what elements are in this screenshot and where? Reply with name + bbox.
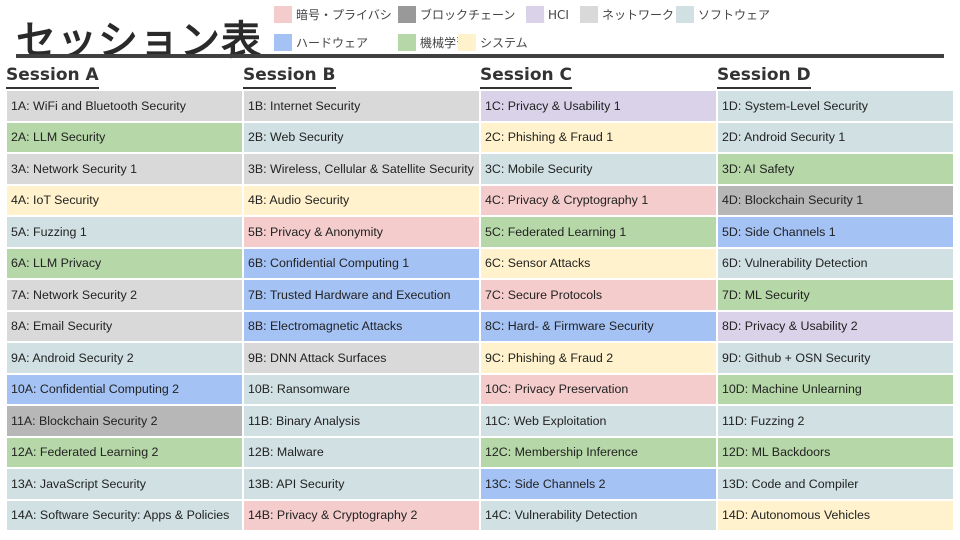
session-cell: 6D: Vulnerability Detection	[717, 247, 954, 279]
session-cell: 10A: Confidential Computing 2	[6, 373, 243, 405]
legend-swatch	[458, 34, 476, 51]
title-divider	[16, 54, 944, 58]
session-cell: 11A: Blockchain Security 2	[6, 405, 243, 437]
session-cell: 11D: Fuzzing 2	[717, 405, 954, 437]
legend-label: HCI	[548, 7, 569, 22]
session-cell: 8D: Privacy & Usability 2	[717, 310, 954, 342]
session-cell: 7D: ML Security	[717, 279, 954, 311]
legend-item: ブロックチェーン	[398, 6, 515, 23]
legend-item: HCI	[526, 6, 569, 23]
session-cell: 7A: Network Security 2	[6, 279, 243, 311]
session-cell: 5D: Side Channels 1	[717, 216, 954, 248]
legend-swatch	[580, 6, 598, 23]
session-cell: 9B: DNN Attack Surfaces	[243, 342, 480, 374]
legend-label: ネットワーク	[602, 8, 675, 22]
session-cell: 9C: Phishing & Fraud 2	[480, 342, 717, 374]
session-cell: 2D: Android Security 1	[717, 121, 954, 153]
session-cell: 14A: Software Security: Apps & Policies	[6, 499, 243, 531]
session-cell: 5B: Privacy & Anonymity	[243, 216, 480, 248]
session-cell: 14B: Privacy & Cryptography 2	[243, 499, 480, 531]
session-cell: 12A: Federated Learning 2	[6, 436, 243, 468]
legend-item: ネットワーク	[580, 6, 674, 23]
session-cell: 6B: Confidential Computing 1	[243, 247, 480, 279]
legend-label: ソフトウェア	[698, 8, 771, 22]
legend-item: システム	[458, 34, 528, 51]
session-cell: 11B: Binary Analysis	[243, 405, 480, 437]
legend-item: 暗号・プライバシ	[274, 6, 392, 23]
session-cell: 4C: Privacy & Cryptography 1	[480, 184, 717, 216]
legend-swatch	[398, 34, 416, 51]
session-cell: 5C: Federated Learning 1	[480, 216, 717, 248]
session-cell: 12D: ML Backdoors	[717, 436, 954, 468]
session-cell: 3D: AI Safety	[717, 153, 954, 185]
session-cell: 9D: Github + OSN Security	[717, 342, 954, 374]
session-cell: 5A: Fuzzing 1	[6, 216, 243, 248]
legend: 暗号・プライバシ ブロックチェーン HCI ネットワーク ソフトウェア ハードウェア 機械学…	[274, 6, 774, 54]
session-cell: 1D: System-Level Security	[717, 90, 954, 122]
session-b-title: Session B	[243, 64, 336, 89]
session-cell: 1C: Privacy & Usability 1	[480, 90, 717, 122]
session-cell: 13D: Code and Compiler	[717, 468, 954, 500]
session-cell: 4D: Blockchain Security 1	[717, 184, 954, 216]
session-cell: 4B: Audio Security	[243, 184, 480, 216]
legend-item: ソフトウェア	[676, 6, 770, 23]
legend-swatch	[398, 6, 416, 23]
session-cell: 4A: IoT Security	[6, 184, 243, 216]
session-cell: 10D: Machine Unlearning	[717, 373, 954, 405]
session-cell: 12C: Membership Inference	[480, 436, 717, 468]
legend-label: システム	[480, 36, 528, 50]
session-cell: 7C: Secure Protocols	[480, 279, 717, 311]
session-cell: 11C: Web Exploitation	[480, 405, 717, 437]
legend-swatch	[676, 6, 694, 23]
session-cell: 10B: Ransomware	[243, 373, 480, 405]
session-c-title: Session C	[480, 64, 573, 89]
session-cell: 14D: Autonomous Vehicles	[717, 499, 954, 531]
session-d-title: Session D	[717, 64, 811, 89]
session-cell: 8A: Email Security	[6, 310, 243, 342]
session-cell: 2B: Web Security	[243, 121, 480, 153]
legend-swatch	[274, 34, 292, 51]
session-cell: 9A: Android Security 2	[6, 342, 243, 374]
session-cell: 7B: Trusted Hardware and Execution	[243, 279, 480, 311]
session-cell: 6C: Sensor Attacks	[480, 247, 717, 279]
session-cell: 12B: Malware	[243, 436, 480, 468]
session-cell: 1A: WiFi and Bluetooth Security	[6, 90, 243, 122]
legend-item: ハードウェア	[274, 34, 368, 51]
session-cell: 13A: JavaScript Security	[6, 468, 243, 500]
session-cell: 6A: LLM Privacy	[6, 247, 243, 279]
session-cell: 10C: Privacy Preservation	[480, 373, 717, 405]
session-cell: 2C: Phishing & Fraud 1	[480, 121, 717, 153]
legend-swatch	[526, 6, 544, 23]
session-a-title: Session A	[6, 64, 99, 89]
legend-label: 暗号・プライバシ	[296, 8, 392, 22]
session-cell: 2A: LLM Security	[6, 121, 243, 153]
legend-swatch	[274, 6, 292, 23]
session-cell: 8B: Electromagnetic Attacks	[243, 310, 480, 342]
session-cell: 1B: Internet Security	[243, 90, 480, 122]
session-cell: 14C: Vulnerability Detection	[480, 499, 717, 531]
legend-label: ハードウェア	[296, 36, 369, 50]
session-cell: 8C: Hard- & Firmware Security	[480, 310, 717, 342]
session-cell: 13C: Side Channels 2	[480, 468, 717, 500]
legend-label: ブロックチェーン	[420, 8, 516, 22]
session-cell: 3C: Mobile Security	[480, 153, 717, 185]
session-cell: 3B: Wireless, Cellular & Satellite Secur…	[243, 153, 480, 185]
session-cell: 3A: Network Security 1	[6, 153, 243, 185]
session-cell: 13B: API Security	[243, 468, 480, 500]
